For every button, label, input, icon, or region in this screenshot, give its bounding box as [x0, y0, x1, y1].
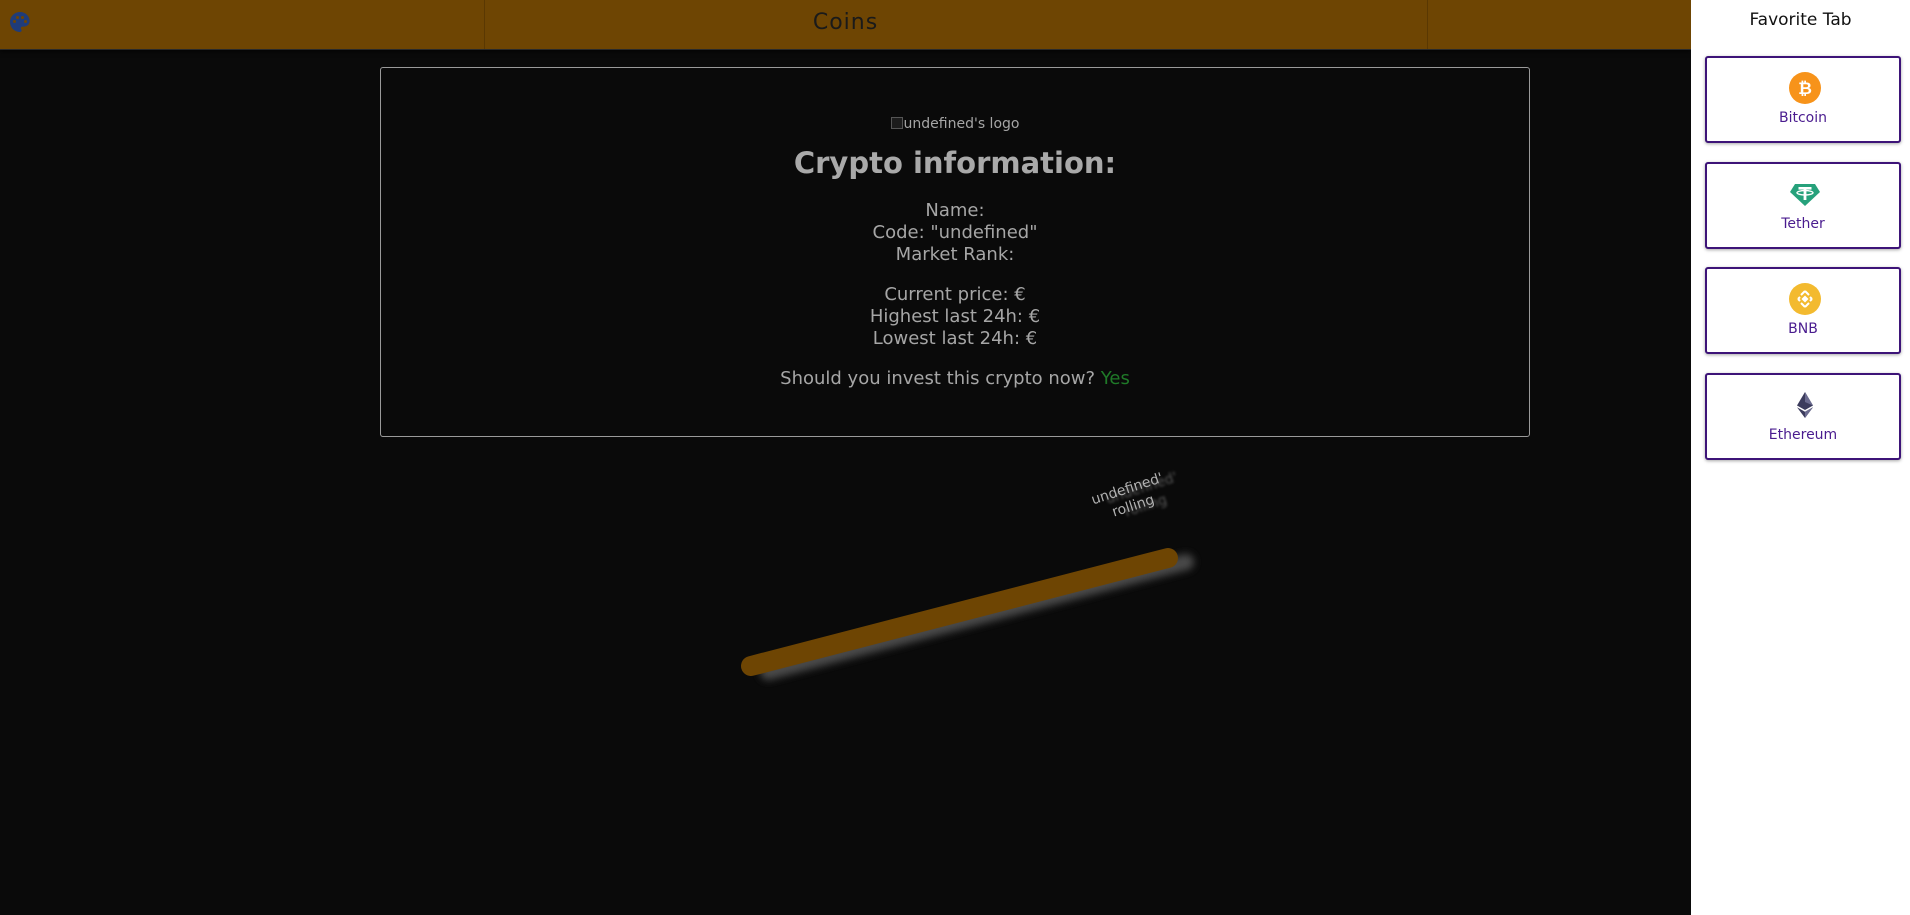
page-title: Coins: [812, 10, 879, 35]
favorite-name: Bitcoin: [1778, 110, 1827, 126]
favorite-name: Tether: [1781, 216, 1825, 232]
app-root: Coins undefined's logo Crypto informatio…: [0, 0, 1910, 915]
invest-answer: Yes: [1100, 368, 1130, 389]
bitcoin-icon: ₿: [1789, 72, 1821, 104]
coin-logo-image: undefined's logo: [381, 116, 1529, 132]
coin-code-line: Code: "undefined": [872, 222, 1038, 243]
coin-logo-alt-text: undefined's logo: [903, 116, 1020, 132]
broken-image-icon: [890, 117, 903, 129]
lowest-24h-line: Lowest last 24h: €: [872, 328, 1038, 349]
svg-text:₿: ₿: [1798, 79, 1812, 99]
favorite-bitcoin[interactable]: ₿ Bitcoin: [1705, 56, 1901, 143]
chart-annotation: undefined' rolling undefined' rolling: [1089, 470, 1179, 521]
ethereum-icon: [1789, 389, 1821, 421]
current-price-line: Current price: €: [884, 284, 1026, 305]
favorite-ethereum[interactable]: Ethereum: [1705, 373, 1901, 460]
chart-rolling-line: [741, 548, 1178, 676]
card-heading: Crypto information:: [793, 146, 1117, 180]
invest-recommendation: Should you invest this crypto now? Yes: [381, 368, 1529, 390]
tether-icon: [1789, 178, 1821, 210]
top-header: Coins: [0, 0, 1691, 50]
favorite-name: BNB: [1788, 321, 1818, 337]
price-chart: undefined' rolling undefined' rolling: [380, 450, 1530, 750]
favorites-sidebar: Favorite Tab ₿ Bitcoin Tether BNB Ethere…: [1691, 0, 1910, 915]
favorite-name: Ethereum: [1768, 427, 1838, 443]
market-rank-line: Market Rank:: [895, 244, 1015, 265]
favorite-bnb[interactable]: BNB: [1705, 267, 1901, 354]
bnb-icon: [1789, 283, 1821, 315]
coin-name-line: Name:: [925, 200, 985, 221]
favorite-tether[interactable]: Tether: [1705, 162, 1901, 249]
highest-24h-line: Highest last 24h: €: [869, 306, 1041, 327]
crypto-info-card: undefined's logo Crypto information: Nam…: [380, 67, 1530, 437]
invest-question: Should you invest this crypto now?: [780, 368, 1096, 389]
sidebar-title: Favorite Tab: [1749, 10, 1852, 30]
